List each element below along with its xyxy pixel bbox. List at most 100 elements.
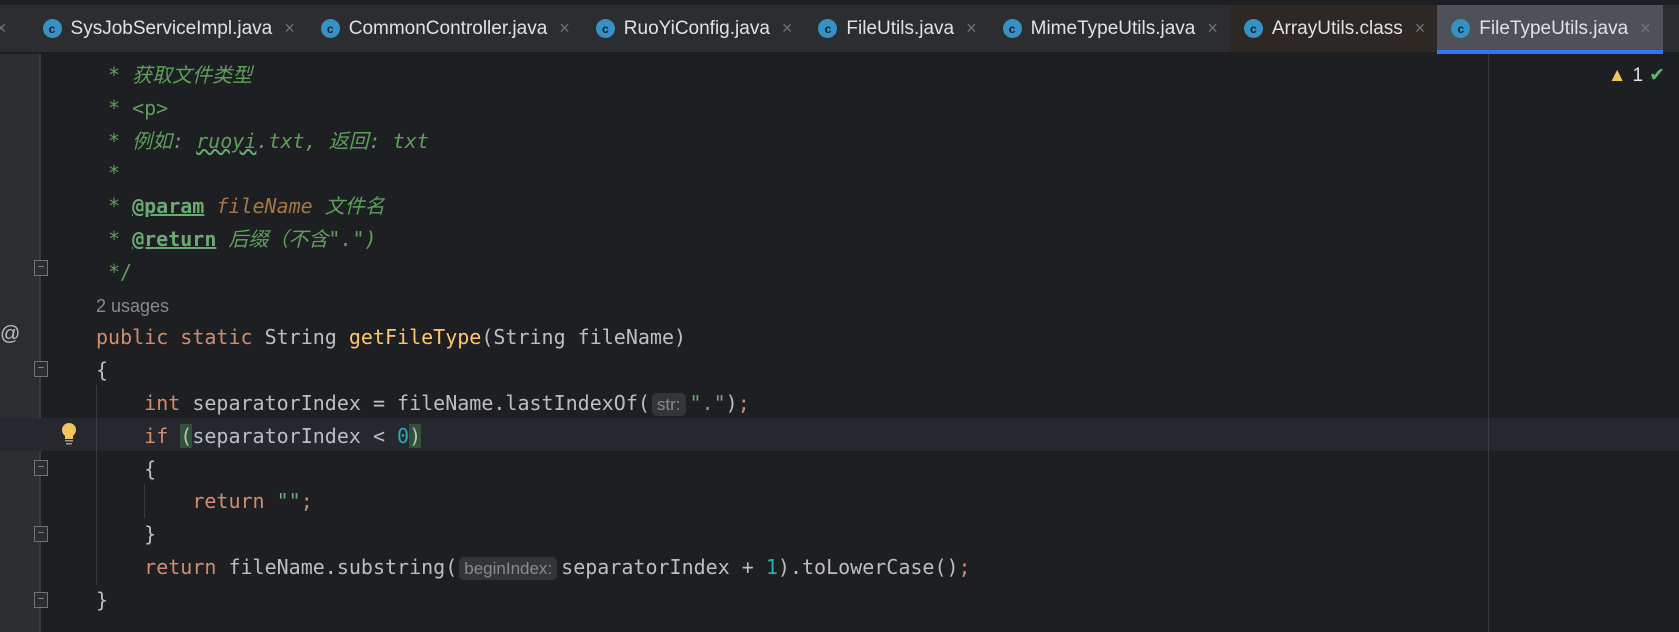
code-token: * bbox=[108, 161, 121, 186]
code-token: 0 bbox=[397, 423, 410, 448]
code-token: ; bbox=[300, 489, 313, 514]
tab-label: CommonController.java bbox=[348, 17, 548, 39]
code-line: return ""; bbox=[96, 485, 971, 518]
tab-scroll-left-icon[interactable]: × bbox=[0, 18, 7, 39]
code-line: } bbox=[96, 584, 971, 617]
class-icon: c bbox=[42, 19, 62, 38]
code-token: ( bbox=[180, 423, 193, 448]
class-icon: c bbox=[1451, 19, 1471, 38]
close-icon[interactable]: × bbox=[966, 18, 977, 39]
fold-marker-icon[interactable]: − bbox=[34, 460, 48, 476]
code-token: ; bbox=[958, 554, 971, 579]
code-line: * 获取文件类型 bbox=[96, 59, 971, 92]
fold-marker-icon[interactable]: − bbox=[34, 260, 48, 276]
code-token: ruoyi bbox=[196, 128, 257, 153]
code-line: * <p> bbox=[96, 92, 971, 125]
tab-label: FileTypeUtils.java bbox=[1479, 17, 1629, 39]
code-token: if bbox=[144, 423, 181, 448]
close-icon[interactable]: × bbox=[1640, 18, 1651, 39]
code-line: if (separatorIndex < 0) bbox=[96, 420, 971, 453]
code-token: String bbox=[264, 325, 349, 350]
code-token: 例如: bbox=[132, 128, 197, 153]
code-line: public static String getFileType(String … bbox=[96, 321, 971, 354]
code-token: * bbox=[108, 194, 133, 219]
code-token: separatorIndex = fileName.lastIndexOf( bbox=[192, 390, 650, 415]
right-margin-guide bbox=[1488, 54, 1489, 632]
tab-commoncontroller-java[interactable]: c CommonController.java × bbox=[307, 5, 582, 52]
code-line: 2 usages bbox=[96, 289, 971, 322]
code-token: fileName.substring( bbox=[228, 554, 458, 579]
warning-icon: ▲ bbox=[1607, 64, 1627, 86]
override-marker-icon[interactable]: @ bbox=[0, 323, 20, 346]
close-icon[interactable]: × bbox=[782, 18, 793, 39]
code-token: int bbox=[144, 390, 193, 415]
editor-tab-bar: × c SysJobServiceImpl.java × c CommonControl… bbox=[0, 0, 1679, 54]
fold-marker-icon[interactable]: − bbox=[34, 526, 48, 542]
tab-label: ArrayUtils.class bbox=[1271, 17, 1403, 39]
class-icon: c bbox=[1243, 19, 1263, 38]
code-token: return bbox=[144, 554, 229, 579]
class-icon: c bbox=[595, 19, 615, 38]
code-token: * bbox=[108, 63, 133, 87]
code-line: } bbox=[96, 518, 971, 551]
class-icon: c bbox=[1002, 19, 1022, 38]
code-token: 获取文件类型 bbox=[132, 63, 253, 87]
code-editor[interactable]: * 获取文件类型 * <p> * 例如: ruoyi.txt, 返回: txt * * … bbox=[96, 59, 971, 617]
code-token: */ bbox=[108, 259, 133, 284]
code-token: (String fileName) bbox=[481, 325, 687, 350]
code-token: { bbox=[96, 358, 109, 383]
fold-marker-icon[interactable]: − bbox=[34, 592, 48, 608]
code-token: separatorIndex < bbox=[192, 423, 398, 448]
code-token: 后缀（不含".") bbox=[216, 226, 377, 251]
tab-label: SysJobServiceImpl.java bbox=[70, 17, 273, 39]
code-token: getFileType bbox=[348, 325, 482, 350]
tab-ruoyiconfig-java[interactable]: c RuoYiConfig.java × bbox=[582, 5, 805, 52]
code-line: * @param fileName 文件名 bbox=[96, 190, 971, 223]
code-line: return fileName.substring(beginIndex: sep… bbox=[96, 551, 971, 584]
code-token: separatorIndex + bbox=[561, 554, 766, 579]
code-token: * bbox=[108, 128, 133, 153]
tab-label: FileUtils.java bbox=[846, 17, 955, 39]
code-token: "." bbox=[689, 390, 726, 415]
code-token: static bbox=[180, 325, 265, 350]
code-line: int separatorIndex = fileName.lastIndexO… bbox=[96, 387, 971, 420]
code-token: ) bbox=[725, 390, 738, 415]
close-icon[interactable]: × bbox=[284, 18, 295, 39]
inspection-status[interactable]: ▲ 1 ✔ bbox=[1608, 64, 1665, 87]
code-line: { bbox=[96, 354, 971, 387]
parameter-hint: str: bbox=[651, 392, 686, 416]
close-icon[interactable]: × bbox=[559, 18, 570, 39]
usages-link[interactable]: 2 usages bbox=[96, 296, 169, 316]
tab-mimetypeutils-java[interactable]: c MimeTypeUtils.java × bbox=[989, 5, 1230, 52]
check-icon: ✔ bbox=[1649, 65, 1665, 86]
tab-arrayutils-class[interactable]: c ArrayUtils.class × bbox=[1229, 5, 1438, 52]
close-icon[interactable]: × bbox=[1207, 18, 1218, 39]
class-icon: c bbox=[320, 19, 340, 38]
class-icon: c bbox=[818, 19, 838, 38]
tab-label: RuoYiConfig.java bbox=[623, 17, 770, 39]
code-token: @return bbox=[132, 226, 217, 251]
code-token: public bbox=[96, 325, 181, 350]
lightbulb-icon[interactable] bbox=[60, 422, 78, 446]
code-token: * bbox=[108, 95, 133, 120]
code-token: 文件名 bbox=[312, 194, 385, 219]
tab-fileutils-java[interactable]: c FileUtils.java × bbox=[804, 5, 988, 52]
code-line: */ bbox=[96, 256, 971, 289]
tab-filetypeutils-java[interactable]: c FileTypeUtils.java × bbox=[1437, 5, 1664, 54]
code-token: 1 bbox=[765, 554, 778, 579]
code-token: ) bbox=[409, 423, 422, 448]
code-token: fileName bbox=[216, 194, 313, 219]
code-token: @param bbox=[132, 194, 205, 219]
tab-sysjobserviceimpl-java[interactable]: c SysJobServiceImpl.java × bbox=[29, 5, 307, 52]
code-token: "" bbox=[276, 489, 301, 514]
close-icon[interactable]: × bbox=[1415, 18, 1426, 39]
tab-label: MimeTypeUtils.java bbox=[1030, 17, 1196, 39]
code-line: * 例如: ruoyi.txt, 返回: txt bbox=[96, 125, 971, 158]
fold-marker-icon[interactable]: − bbox=[34, 361, 48, 377]
code-line: { bbox=[96, 453, 971, 486]
